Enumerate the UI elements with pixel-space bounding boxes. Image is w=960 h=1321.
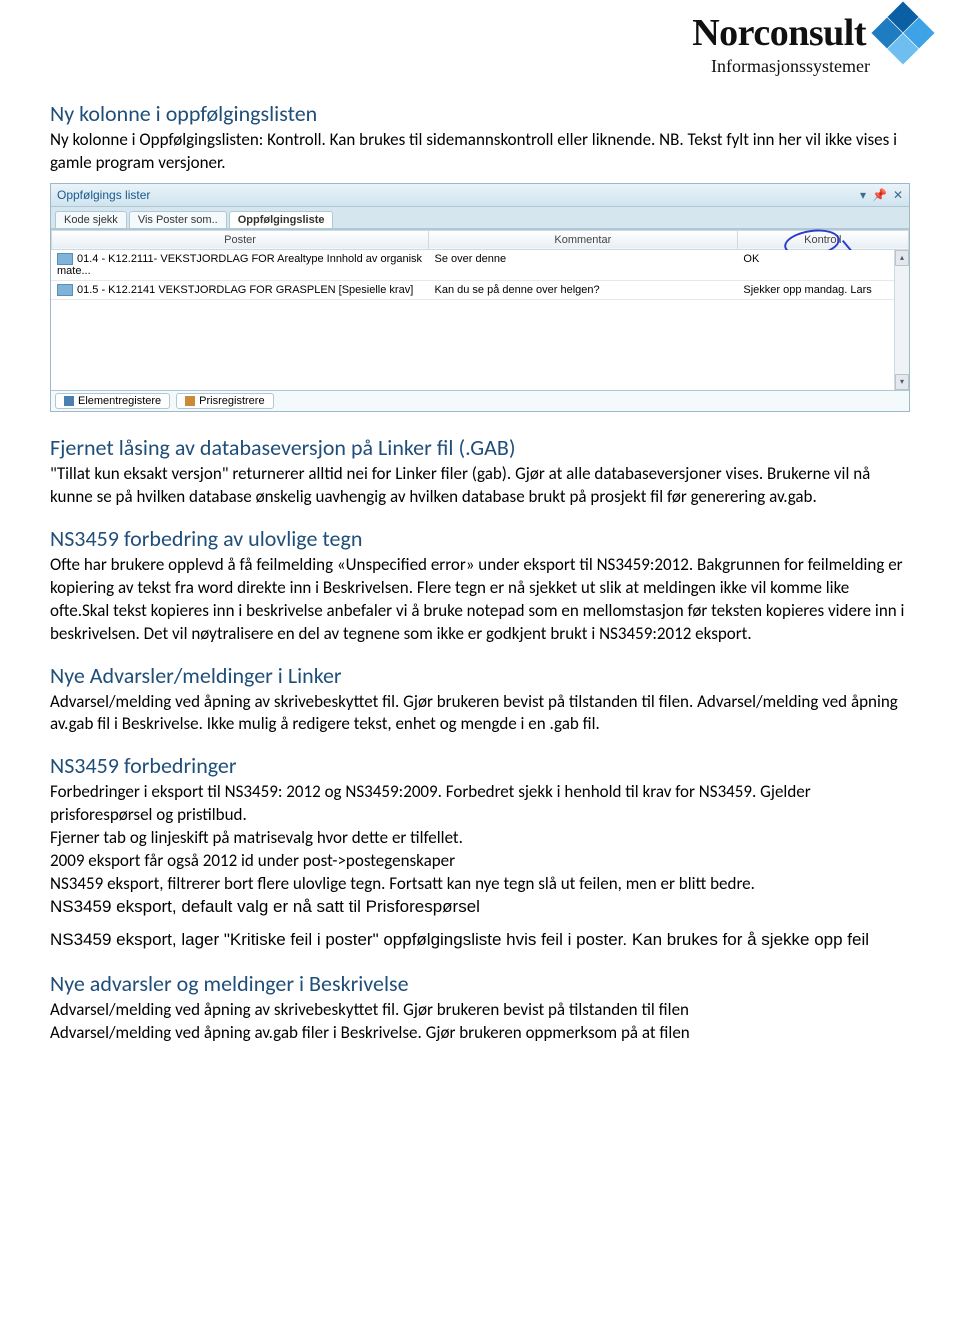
scroll-up-icon[interactable]: ▴	[895, 250, 909, 266]
bottom-tab-bar: Elementregistere Prisregistrere	[51, 390, 909, 411]
followup-window: Oppfølgings lister ▾ 📌 ✕ Kode sjekk Vis …	[50, 183, 910, 412]
row-icon	[57, 253, 73, 265]
table-row[interactable]: 01.5 - K12.2141 VEKSTJORDLAG FOR GRASPLE…	[51, 280, 909, 299]
section-body: NS3459 eksport, filtrerer bort flere ulo…	[50, 873, 910, 896]
bottom-tab-prisregistrere[interactable]: Prisregistrere	[176, 393, 273, 409]
section-heading: NS3459 forbedring av ulovlige tegn	[50, 525, 910, 552]
tab-vis-poster[interactable]: Vis Poster som..	[129, 211, 227, 228]
section-heading: Ny kolonne i oppfølgingslisten	[50, 100, 910, 127]
tab-bar: Kode sjekk Vis Poster som.. Oppfølgingsl…	[51, 207, 909, 229]
cube-icon	[64, 396, 74, 406]
col-kontroll[interactable]: Kontroll	[737, 230, 908, 249]
brand-logo: Norconsult Informasjonssystemer	[692, 6, 930, 77]
section-body: NS3459 eksport, lager "Kritiske feil i p…	[50, 929, 910, 952]
section-body: 2009 eksport får også 2012 id under post…	[50, 850, 910, 873]
vertical-scrollbar[interactable]: ▴ ▾	[894, 250, 909, 390]
section-body: "Tillat kun eksakt versjon" returnerer a…	[50, 463, 910, 509]
section-body: NS3459 eksport, default valg er nå satt …	[50, 896, 910, 919]
pin-icon[interactable]: 📌	[872, 188, 887, 202]
dropdown-icon[interactable]: ▾	[860, 188, 866, 202]
section-body: Advarsel/melding ved åpning av.gab filer…	[50, 1022, 910, 1045]
table-row[interactable]: 01.4 - K12.2111- VEKSTJORDLAG FOR Arealt…	[51, 250, 909, 281]
bottom-tab-elementregistere[interactable]: Elementregistere	[55, 393, 170, 409]
section-heading: Nye advarsler og meldinger i Beskrivelse	[50, 970, 910, 997]
section-body: Ny kolonne i Oppfølgingslisten: Kontroll…	[50, 129, 910, 175]
window-titlebar: Oppfølgings lister ▾ 📌 ✕	[51, 184, 909, 207]
section-body: Ofte har brukere opplevd å få feilmeldin…	[50, 554, 910, 646]
col-poster[interactable]: Poster	[52, 230, 429, 249]
section-heading: NS3459 forbedringer	[50, 752, 910, 779]
tab-kode-sjekk[interactable]: Kode sjekk	[55, 211, 127, 228]
brand-diamond-icon	[876, 6, 930, 60]
section-heading: Nye Advarsler/meldinger i Linker	[50, 662, 910, 689]
tab-oppfolgingsliste[interactable]: Oppfølgingsliste	[229, 211, 334, 228]
scroll-down-icon[interactable]: ▾	[895, 374, 909, 390]
data-grid: Poster Kommentar Kontroll 01.4 - K12.211…	[51, 229, 909, 390]
section-body: Fjerner tab og linjeskift på matrisevalg…	[50, 827, 910, 850]
brand-name: Norconsult	[692, 11, 866, 55]
row-icon	[57, 284, 73, 296]
section-heading: Fjernet låsing av databaseversjon på Lin…	[50, 434, 910, 461]
section-body: Advarsel/melding ved åpning av skrivebes…	[50, 999, 910, 1022]
section-body: Advarsel/melding ved åpning av skrivebes…	[50, 691, 910, 737]
close-icon[interactable]: ✕	[893, 188, 903, 202]
window-title: Oppfølgings lister	[57, 188, 150, 202]
section-body: Forbedringer i eksport til NS3459: 2012 …	[50, 781, 910, 827]
col-kommentar[interactable]: Kommentar	[429, 230, 738, 249]
coin-icon	[185, 396, 195, 406]
